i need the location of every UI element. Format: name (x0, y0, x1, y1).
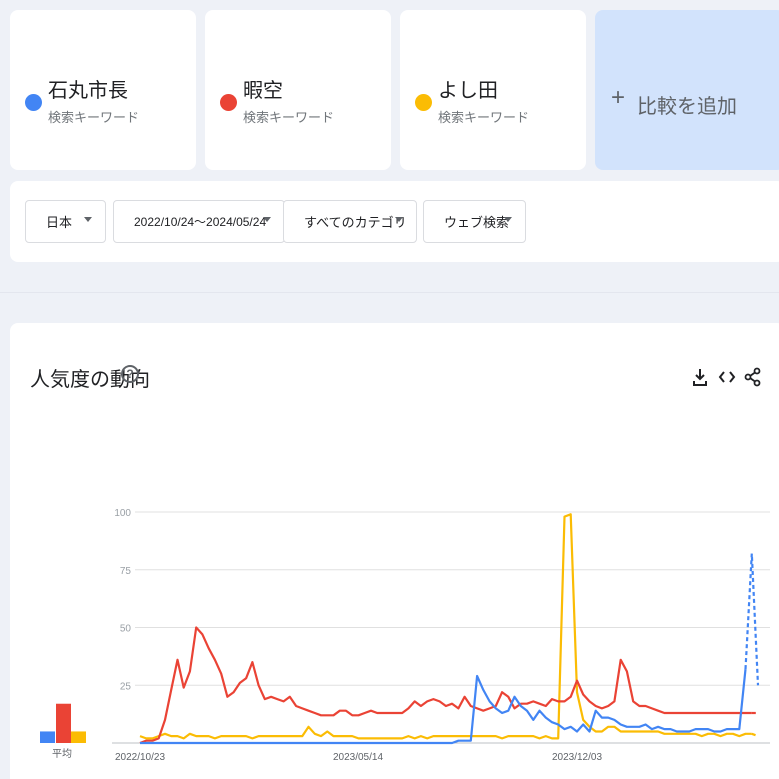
term-color-dot (220, 94, 237, 111)
chevron-down-icon (504, 217, 512, 222)
section-divider (0, 292, 779, 293)
period-dropdown[interactable]: 2022/10/24～2024/05/24 (113, 200, 285, 243)
chevron-down-icon (263, 217, 271, 222)
term-card-3[interactable]: よし田 検索キーワード (400, 10, 586, 170)
term-type-label: 検索キーワード (243, 110, 335, 125)
term-type-label: 検索キーワード (438, 110, 530, 125)
add-comparison-label: 比較を追加 (637, 96, 737, 118)
term-name: 暇空 (243, 80, 283, 102)
term-type-label: 検索キーワード (48, 110, 140, 125)
term-color-dot (25, 94, 42, 111)
region-value: 日本 (46, 215, 73, 230)
term-card-2[interactable]: 暇空 検索キーワード (205, 10, 391, 170)
term-color-dot (415, 94, 432, 111)
download-icon[interactable] (691, 367, 709, 387)
plus-icon: + (611, 84, 626, 111)
search-type-value: ウェブ検索 (444, 215, 510, 230)
interest-over-time-card: 人気度の動向 ? (10, 323, 779, 779)
term-card-1[interactable]: 石丸市長 検索キーワード (10, 10, 196, 170)
search-type-dropdown[interactable]: ウェブ検索 (423, 200, 526, 243)
add-comparison-button[interactable]: + 比較を追加 (595, 10, 779, 170)
term-name: よし田 (438, 80, 498, 102)
period-value: 2022/10/24～2024/05/24 (134, 215, 267, 229)
help-icon[interactable]: ? (121, 365, 139, 383)
chevron-down-icon (395, 217, 403, 222)
category-value: すべてのカテゴリ (304, 215, 407, 230)
embed-icon[interactable] (718, 367, 736, 387)
category-dropdown[interactable]: すべてのカテゴリ (283, 200, 417, 243)
chevron-down-icon (84, 217, 92, 222)
share-icon[interactable] (744, 367, 762, 387)
filter-bar: 日本 2022/10/24～2024/05/24 すべてのカテゴリ ウェブ検索 (10, 181, 779, 262)
region-dropdown[interactable]: 日本 (25, 200, 106, 243)
term-name: 石丸市長 (48, 80, 128, 102)
